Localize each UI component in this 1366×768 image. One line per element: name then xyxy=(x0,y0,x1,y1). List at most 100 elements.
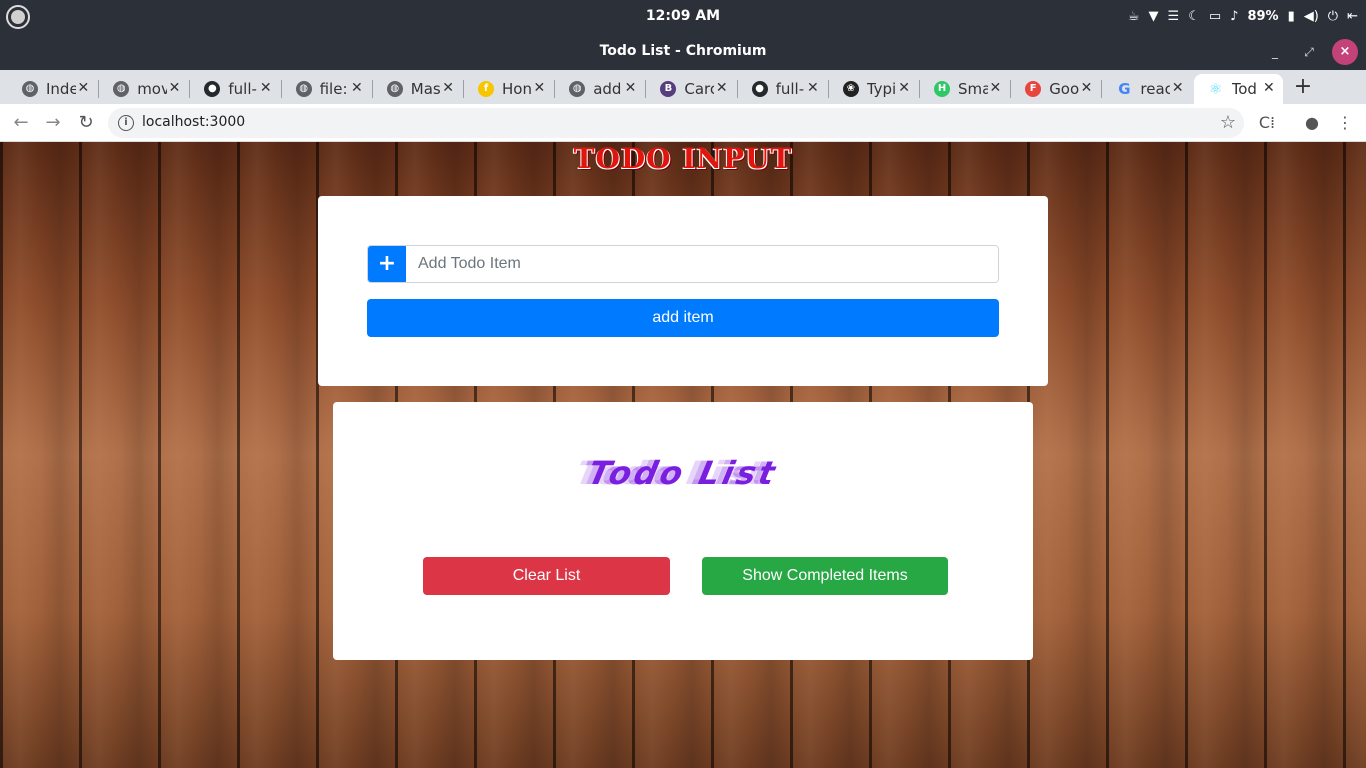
tab-close-icon[interactable]: ✕ xyxy=(807,80,819,96)
moon-icon[interactable]: ☾ xyxy=(1188,7,1200,27)
battery-percent: 89% xyxy=(1247,9,1279,24)
tab-label: Inde xyxy=(46,80,76,98)
h-icon: H xyxy=(934,81,950,97)
tab-5[interactable]: f Hon ✕ xyxy=(464,74,553,104)
power-icon[interactable]: ⏻ xyxy=(1328,7,1338,27)
plus-icon: + xyxy=(368,246,406,282)
tab-label: add xyxy=(593,80,622,98)
github-icon: ● xyxy=(204,81,221,97)
tab-close-icon[interactable]: ✕ xyxy=(77,80,89,96)
tab-3[interactable]: ◍ file: ✕ xyxy=(282,74,371,104)
menu-icon[interactable]: ☰ xyxy=(1168,7,1180,27)
minimize-icon[interactable]: _ xyxy=(1264,41,1286,63)
tab-close-icon[interactable]: ✕ xyxy=(533,80,545,96)
globe-icon: ◍ xyxy=(22,81,38,97)
window-title-bar[interactable]: Todo List - Chromium _ ⤢ × xyxy=(0,34,1366,70)
globe-icon: ◍ xyxy=(569,81,586,97)
maximize-icon[interactable]: ⤢ xyxy=(1298,41,1320,63)
tab-10[interactable]: H Sma ✕ xyxy=(920,74,1009,104)
tab-4[interactable]: ◍ Mas ✕ xyxy=(373,74,462,104)
tab-label: Goo xyxy=(1049,80,1080,98)
wifi-icon[interactable]: ▼ xyxy=(1149,7,1159,27)
ubuntu-logo-icon[interactable] xyxy=(6,5,30,29)
tab-close-icon[interactable]: ✕ xyxy=(716,80,728,96)
battery-icon[interactable]: ▮ xyxy=(1288,7,1295,27)
extension-icon[interactable]: C⁞ xyxy=(1256,112,1278,134)
f-icon: F xyxy=(1025,81,1042,97)
more-menu-icon[interactable]: ⋮ xyxy=(1334,112,1356,134)
tab-close-icon[interactable]: ✕ xyxy=(260,80,272,96)
volume-icon[interactable]: ◀) xyxy=(1304,7,1319,27)
reload-icon[interactable]: ↻ xyxy=(75,112,97,134)
tab-13[interactable]: ⚛ Tod ✕ xyxy=(1193,74,1283,104)
tab-close-icon[interactable]: ✕ xyxy=(169,80,181,96)
browser-toolbar: ← → ↻ i localhost:3000 ☆ C⁞ ● ⋮ xyxy=(0,104,1366,142)
react-icon: ⚛ xyxy=(1208,80,1223,98)
window-title: Todo List - Chromium xyxy=(599,43,767,59)
folder-icon[interactable]: ▭ xyxy=(1209,7,1221,27)
paw-icon: ❀ xyxy=(842,81,859,97)
flipkart-icon: f xyxy=(478,81,494,97)
address-url[interactable]: localhost:3000 xyxy=(142,114,245,130)
site-info-icon[interactable]: i xyxy=(118,115,134,131)
tab-close-icon[interactable]: ✕ xyxy=(1172,80,1184,96)
globe-icon: ◍ xyxy=(295,81,312,97)
github-icon: ● xyxy=(751,81,768,97)
bell-icon[interactable]: ♪ xyxy=(1230,7,1238,27)
todo-input[interactable] xyxy=(406,246,998,282)
profile-icon[interactable]: ● xyxy=(1301,112,1323,134)
page-background: TODO INPUT + add item Todo List Clear Li… xyxy=(0,142,1366,768)
tab-11[interactable]: F Goo ✕ xyxy=(1011,74,1100,104)
todo-input-group: + xyxy=(367,245,999,283)
tab-label: Sma xyxy=(958,80,988,98)
tab-8[interactable]: ● full- ✕ xyxy=(738,74,827,104)
todo-list-title: Todo List xyxy=(584,454,782,492)
tab-close-icon[interactable]: ✕ xyxy=(898,80,910,96)
close-window-icon[interactable]: × xyxy=(1332,39,1358,65)
show-completed-button[interactable]: Show Completed Items xyxy=(702,557,948,595)
todo-list-card: Todo List Clear List Show Completed Item… xyxy=(333,402,1033,660)
globe-icon: ◍ xyxy=(113,81,130,97)
tab-close-icon[interactable]: ✕ xyxy=(442,80,454,96)
window-controls: _ ⤢ × xyxy=(1264,39,1358,65)
forward-icon[interactable]: → xyxy=(42,112,64,134)
address-bar[interactable]: i localhost:3000 ☆ xyxy=(108,108,1244,138)
tab-label: Typi xyxy=(866,80,897,98)
tab-1[interactable]: ◍ mov ✕ xyxy=(99,74,188,104)
tab-7[interactable]: B Carc ✕ xyxy=(646,74,735,104)
tab-label: reac xyxy=(1140,80,1171,98)
tab-close-icon[interactable]: ✕ xyxy=(1263,80,1275,96)
tab-0[interactable]: ◍ Inde ✕ xyxy=(8,74,97,104)
todo-input-card: + add item xyxy=(318,196,1048,386)
add-item-button[interactable]: add item xyxy=(367,299,999,337)
tab-label: mov xyxy=(137,80,168,98)
bootstrap-icon: B xyxy=(660,81,677,97)
tab-12[interactable]: Greac ✕ xyxy=(1102,74,1191,104)
tab-close-icon[interactable]: ✕ xyxy=(989,80,1001,96)
tab-9[interactable]: ❀ Typi ✕ xyxy=(829,74,918,104)
tab-label: Carc xyxy=(684,80,715,98)
tab-label: full- xyxy=(228,80,257,98)
page-title: TODO INPUT xyxy=(573,142,793,175)
back-icon[interactable]: ← xyxy=(10,112,32,134)
tab-strip: ◍ Inde ✕ ◍ mov ✕ ● full- ✕ ◍ file: ✕ ◍ Mas ✕ f Hon ✕ ◍ add ✕… xyxy=(0,70,1366,104)
os-top-bar: 12:09 AM ☕ ▼ ☰ ☾ ▭ ♪ 89% ▮ ◀) ⏻ ⇤ xyxy=(0,0,1366,34)
bookmark-star-icon[interactable]: ☆ xyxy=(1220,112,1236,133)
tab-label: full- xyxy=(775,80,805,98)
coffee-icon[interactable]: ☕ xyxy=(1128,7,1140,27)
tab-2[interactable]: ● full- ✕ xyxy=(190,74,279,104)
globe-icon: ◍ xyxy=(386,81,403,97)
tab-label: file: xyxy=(319,80,348,98)
tab-6[interactable]: ◍ add ✕ xyxy=(555,74,644,104)
logout-icon[interactable]: ⇤ xyxy=(1347,7,1358,27)
google-icon: G xyxy=(1118,80,1131,98)
tab-label: Hon xyxy=(502,80,532,98)
tab-close-icon[interactable]: ✕ xyxy=(1081,80,1093,96)
system-clock[interactable]: 12:09 AM xyxy=(633,8,733,24)
new-tab-icon[interactable]: + xyxy=(1292,74,1314,100)
tab-close-icon[interactable]: ✕ xyxy=(625,80,637,96)
tab-label: Tod xyxy=(1231,80,1257,98)
system-tray[interactable]: ☕ ▼ ☰ ☾ ▭ ♪ 89% ▮ ◀) ⏻ ⇤ xyxy=(1128,7,1358,27)
tab-close-icon[interactable]: ✕ xyxy=(351,80,363,96)
clear-list-button[interactable]: Clear List xyxy=(423,557,670,595)
